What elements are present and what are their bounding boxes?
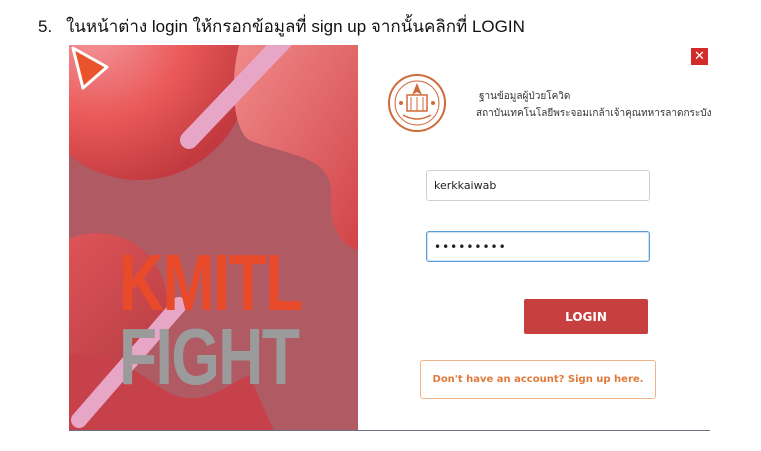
org-title: ฐานข้อมูลผู้ป่วยโควิด bbox=[479, 91, 571, 102]
login-button[interactable]: LOGIN bbox=[524, 299, 648, 334]
instruction-text: ในหน้าต่าง login ให้กรอกข้อมูลที่ sign u… bbox=[66, 17, 525, 36]
signup-link-button[interactable]: Don't have an account? Sign up here. bbox=[420, 360, 656, 399]
play-icon bbox=[71, 46, 109, 90]
org-subtitle: สถาบันเทคโนโลยีพระจอมเกล้าเจ้าคุณทหารลาด… bbox=[476, 108, 712, 119]
password-field[interactable] bbox=[426, 231, 650, 262]
kmitl-fight-artwork: KMITL FIGHT bbox=[69, 45, 358, 431]
close-icon: ✕ bbox=[694, 49, 705, 64]
art-title-kmitl: KMITL bbox=[119, 238, 303, 327]
step-number: 5. bbox=[38, 17, 53, 36]
instruction-heading: 5. ในหน้าต่าง login ให้กรอกข้อมูลที่ sign… bbox=[38, 13, 525, 40]
art-title-fight: FIGHT bbox=[119, 312, 300, 401]
window-bottom-border bbox=[69, 430, 710, 431]
university-seal-logo bbox=[388, 74, 446, 132]
login-window: KMITL FIGHT ✕ ฐานข้อมูลผู้ป่วยโควิด สถาบ… bbox=[69, 45, 712, 431]
username-field[interactable] bbox=[426, 170, 650, 201]
close-button[interactable]: ✕ bbox=[691, 48, 708, 65]
